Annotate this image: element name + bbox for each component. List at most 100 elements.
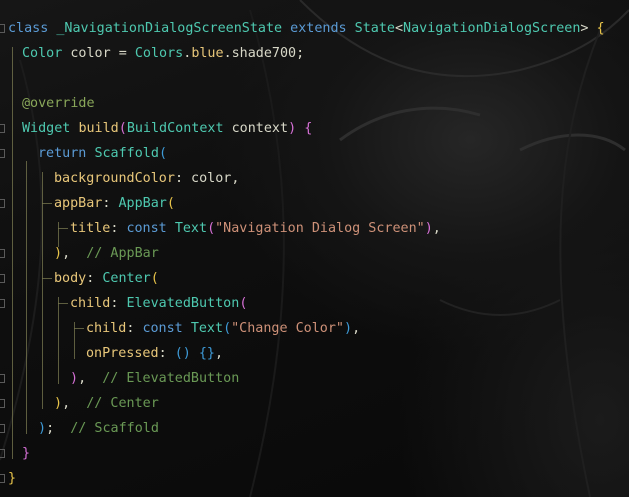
code-line[interactable]: ); // Scaffold	[38, 416, 159, 441]
fold-arrow-icon[interactable]	[0, 24, 5, 33]
code-token: backgroundColor	[54, 171, 175, 186]
code-editor[interactable]: class _NavigationDialogScreenState exten…	[0, 0, 629, 497]
code-token: @override	[22, 96, 95, 111]
code-line[interactable]: ), // Center	[54, 391, 159, 416]
code-token: )	[54, 396, 63, 411]
code-token: State	[354, 21, 395, 36]
fold-arrow-icon[interactable]	[0, 424, 5, 433]
indent-guide-line	[42, 172, 43, 409]
code-line[interactable]: Widget build(BuildContext context) {	[22, 116, 312, 141]
code-token: Text	[174, 221, 208, 236]
code-line[interactable]: title: const Text("Navigation Dialog Scr…	[70, 216, 441, 241]
code-token: ,	[215, 346, 224, 361]
code-token: title	[70, 221, 111, 236]
code-token: <	[394, 21, 404, 36]
code-token: }	[8, 471, 17, 486]
fold-arrow-icon[interactable]	[0, 199, 5, 208]
code-token: ()	[174, 346, 191, 361]
code-line[interactable]: @override	[22, 91, 95, 116]
code-token: shade700;	[231, 46, 305, 61]
code-token: class	[8, 21, 49, 36]
code-token: (	[158, 146, 167, 161]
code-line[interactable]: backgroundColor: color,	[54, 166, 239, 191]
code-token: Color	[22, 46, 63, 61]
fold-arrow-icon[interactable]	[0, 149, 5, 158]
code-token: "Navigation Dialog Screen"	[215, 221, 425, 236]
code-line[interactable]: onPressed: () {},	[86, 341, 223, 366]
code-token: :	[86, 271, 103, 286]
code-token: // AppBar	[86, 246, 159, 261]
code-token: "Change Color"	[231, 321, 344, 336]
code-line[interactable]: ), // ElevatedButton	[70, 366, 239, 391]
code-token: ,	[78, 371, 103, 386]
code-line[interactable]: class _NavigationDialogScreenState exten…	[8, 16, 605, 41]
code-token: }	[22, 446, 31, 461]
code-token: (	[150, 271, 159, 286]
code-token: blue	[191, 46, 224, 61]
code-token: ElevatedButton	[126, 296, 240, 311]
fold-arrow-icon[interactable]	[0, 449, 5, 458]
code-line[interactable]: appBar: AppBar(	[54, 191, 175, 216]
fold-gutter	[0, 0, 8, 497]
fold-arrow-icon[interactable]	[0, 124, 5, 133]
code-token: ;	[46, 421, 71, 436]
code-token: Widget	[22, 121, 71, 136]
code-line[interactable]: }	[22, 441, 30, 466]
fold-arrow-icon[interactable]	[0, 274, 5, 283]
code-token: child	[86, 321, 127, 336]
fold-arrow-icon[interactable]	[0, 399, 5, 408]
code-token: ,	[62, 396, 87, 411]
code-token: build	[78, 121, 119, 136]
code-token: // Scaffold	[70, 421, 159, 436]
code-token: (	[239, 296, 248, 311]
code-token: .	[223, 46, 232, 61]
indent-guide-connector	[42, 278, 52, 279]
indent-guide-line	[26, 161, 27, 434]
code-token: (	[166, 196, 175, 211]
code-line[interactable]: return Scaffold(	[38, 141, 167, 166]
code-token: onPressed	[86, 346, 159, 361]
indent-guide-line	[58, 297, 59, 384]
fold-arrow-icon[interactable]	[0, 474, 5, 483]
code-token: :	[110, 221, 127, 236]
code-line[interactable]: child: const Text("Change Color"),	[86, 316, 360, 341]
code-token: )	[288, 121, 297, 136]
code-token: ,	[352, 321, 361, 336]
code-token: )	[38, 421, 47, 436]
indent-guide-line	[12, 47, 13, 459]
code-token: // ElevatedButton	[102, 371, 240, 386]
code-token: context	[223, 121, 289, 136]
code-line[interactable]: body: Center(	[54, 266, 159, 291]
code-line[interactable]: ), // AppBar	[54, 241, 159, 266]
code-token: {}	[198, 346, 215, 361]
code-token: :	[102, 196, 119, 211]
code-token: >	[580, 21, 597, 36]
code-line[interactable]: child: ElevatedButton(	[70, 291, 247, 316]
code-token: appBar	[54, 196, 103, 211]
indent-guide-connector	[58, 303, 68, 304]
code-token: Center	[102, 271, 151, 286]
fold-arrow-icon[interactable]	[0, 374, 5, 383]
code-token: BuildContext	[126, 121, 224, 136]
indent-guide-line	[74, 322, 75, 359]
indent-guide-connector	[74, 328, 84, 329]
code-token: body	[54, 271, 87, 286]
code-line[interactable]: Color color = Colors.blue.shade700;	[22, 41, 304, 66]
code-token: AppBar	[118, 196, 167, 211]
code-token: )	[424, 221, 433, 236]
fold-arrow-icon[interactable]	[0, 299, 5, 308]
code-token: _NavigationDialogScreenState	[56, 21, 283, 36]
code-token: :	[126, 321, 143, 336]
code-line[interactable]: }	[8, 466, 16, 491]
code-token: Scaffold	[94, 146, 159, 161]
indent-guide-connector	[58, 228, 68, 229]
code-token: :	[158, 346, 175, 361]
code-token: // Center	[86, 396, 159, 411]
fold-arrow-icon[interactable]	[0, 249, 5, 258]
